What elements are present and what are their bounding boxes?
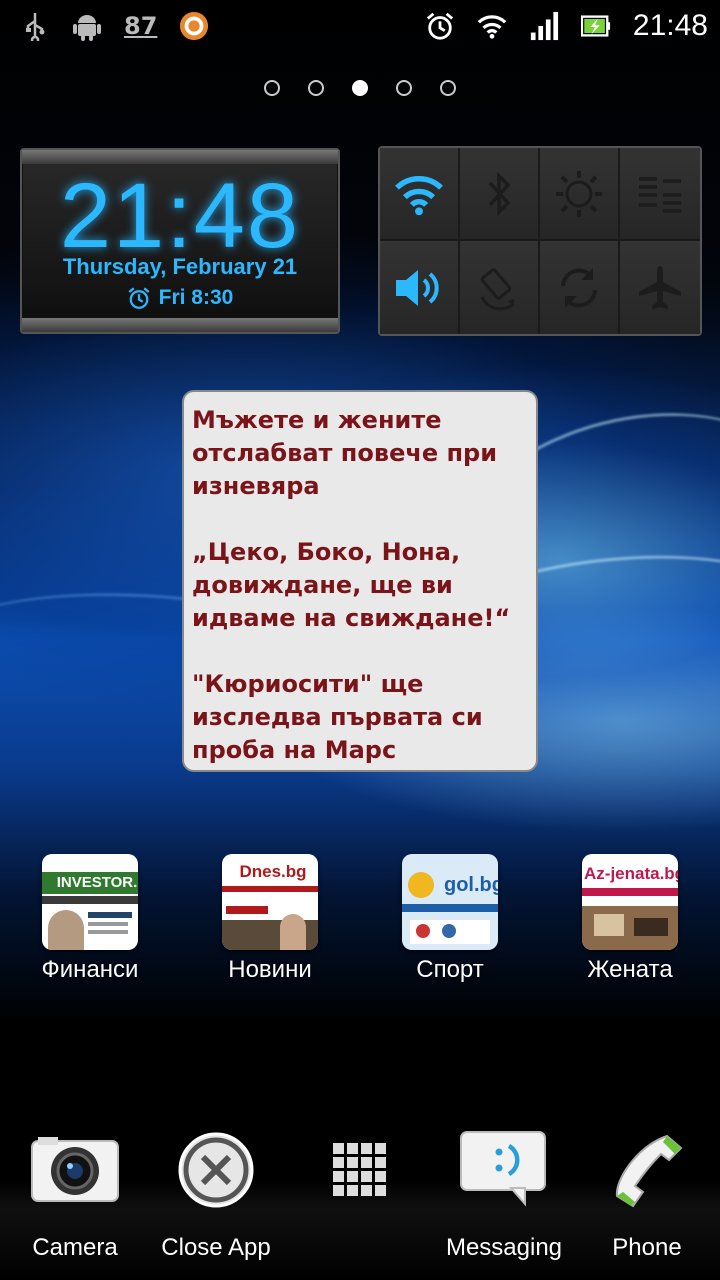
news-widget[interactable]: Мъжете и жените отслабват повече при изн… (182, 390, 538, 772)
wifi-icon (395, 175, 443, 215)
site-logo: Dnes.bg (239, 862, 307, 881)
app-label: Спорт (416, 956, 484, 983)
rotate-icon (480, 267, 514, 310)
clock-date: Thursday, February 21 (62, 254, 298, 279)
dock-messaging[interactable]: Messaging (429, 1120, 579, 1262)
wifi-icon (477, 11, 507, 41)
page-dot-active (352, 80, 368, 96)
dock-phone[interactable]: Phone (572, 1120, 720, 1262)
toggle-bluetooth[interactable] (460, 148, 540, 241)
app-novini[interactable]: Dnes.bg Новини (180, 854, 360, 984)
app-jenata[interactable]: Az-jenata.bg Жената (540, 854, 720, 984)
app-sport[interactable]: gol.bg Спорт (360, 854, 540, 984)
toggle-sound[interactable] (380, 241, 460, 334)
gol-thumbnail: gol.bg (402, 854, 498, 950)
dock-close-app[interactable]: Close App (141, 1120, 291, 1262)
clock-widget[interactable]: 21:48 Thursday, February 21 Fri 8:30 (20, 148, 340, 334)
widget-frame-bottom (22, 318, 338, 332)
airplane-icon (639, 265, 681, 309)
clock-time: 21:48 (59, 165, 301, 267)
app-label: Жената (587, 956, 673, 983)
dnes-thumbnail: Dnes.bg (222, 854, 318, 950)
dock-label: Messaging (445, 1234, 563, 1261)
site-logo: INVESTOR. (42, 872, 138, 894)
dock-label: Camera (32, 1234, 118, 1261)
alarm-time: Fri 8:30 (158, 286, 234, 309)
dock-app-drawer[interactable] (285, 1120, 435, 1234)
app-shortcuts-row: INVESTOR. Финанси Dnes.bg Новини gol.bg … (0, 854, 720, 994)
app-label: Новини (228, 956, 312, 983)
power-control-widget (378, 146, 702, 336)
investor-thumbnail: INVESTOR. (42, 854, 138, 950)
widget-frame-top (22, 150, 338, 164)
page-dot (396, 80, 412, 96)
alarm-clock-icon (128, 287, 150, 309)
news-headline[interactable]: "Кюриосити" ще изследва първата си проба… (192, 668, 528, 767)
messaging-icon (460, 1131, 546, 1207)
app-label: Финанси (41, 956, 139, 983)
data-sync-icon (639, 176, 681, 213)
page-dot (308, 80, 324, 96)
battery-charging-icon (580, 11, 611, 41)
signal-icon (529, 11, 559, 41)
status-bar: 87 21:48 (0, 0, 720, 52)
sync-icon (561, 267, 597, 308)
toggle-sync[interactable] (540, 241, 620, 334)
android-icon (72, 11, 102, 41)
azjenata-thumbnail: Az-jenata.bg (582, 854, 678, 950)
brightness-icon (556, 170, 602, 217)
toggle-brightness[interactable] (540, 148, 620, 241)
site-logo: Az-jenata.bg (584, 864, 678, 883)
page-dot (264, 80, 280, 96)
usb-icon (20, 11, 50, 41)
dock-camera[interactable]: Camera (0, 1120, 150, 1262)
alarm-clock-icon (425, 11, 455, 41)
site-logo: gol.bg (444, 874, 498, 896)
volume-icon (396, 269, 439, 306)
toggle-rotation[interactable] (460, 241, 540, 334)
status-time: 21:48 (632, 9, 708, 42)
news-headline[interactable]: „Цеко, Боко, Нона, довиждане, ще ви идва… (192, 536, 528, 635)
news-headline[interactable]: Мъжете и жените отслабват повече при изн… (192, 404, 528, 503)
close-icon (178, 1132, 254, 1208)
phone-icon (615, 1134, 683, 1208)
app-grid-icon (333, 1143, 386, 1196)
app-finansi[interactable]: INVESTOR. Финанси (0, 854, 180, 984)
bluetooth-icon (488, 171, 511, 216)
page-indicator (0, 80, 720, 96)
clock-alarm: Fri 8:30 (22, 286, 338, 310)
dock: Camera Close App Messaging Phone (0, 1120, 720, 1280)
toggle-wifi[interactable] (380, 148, 460, 241)
dock-label: Phone (612, 1234, 682, 1261)
page-dot (440, 80, 456, 96)
camera-icon (31, 1137, 119, 1202)
app-circle-icon (179, 11, 209, 41)
dock-label: Close App (161, 1234, 271, 1261)
notification-count: 87 (124, 12, 158, 40)
toggle-airplane[interactable] (620, 241, 700, 334)
toggle-data[interactable] (620, 148, 700, 241)
